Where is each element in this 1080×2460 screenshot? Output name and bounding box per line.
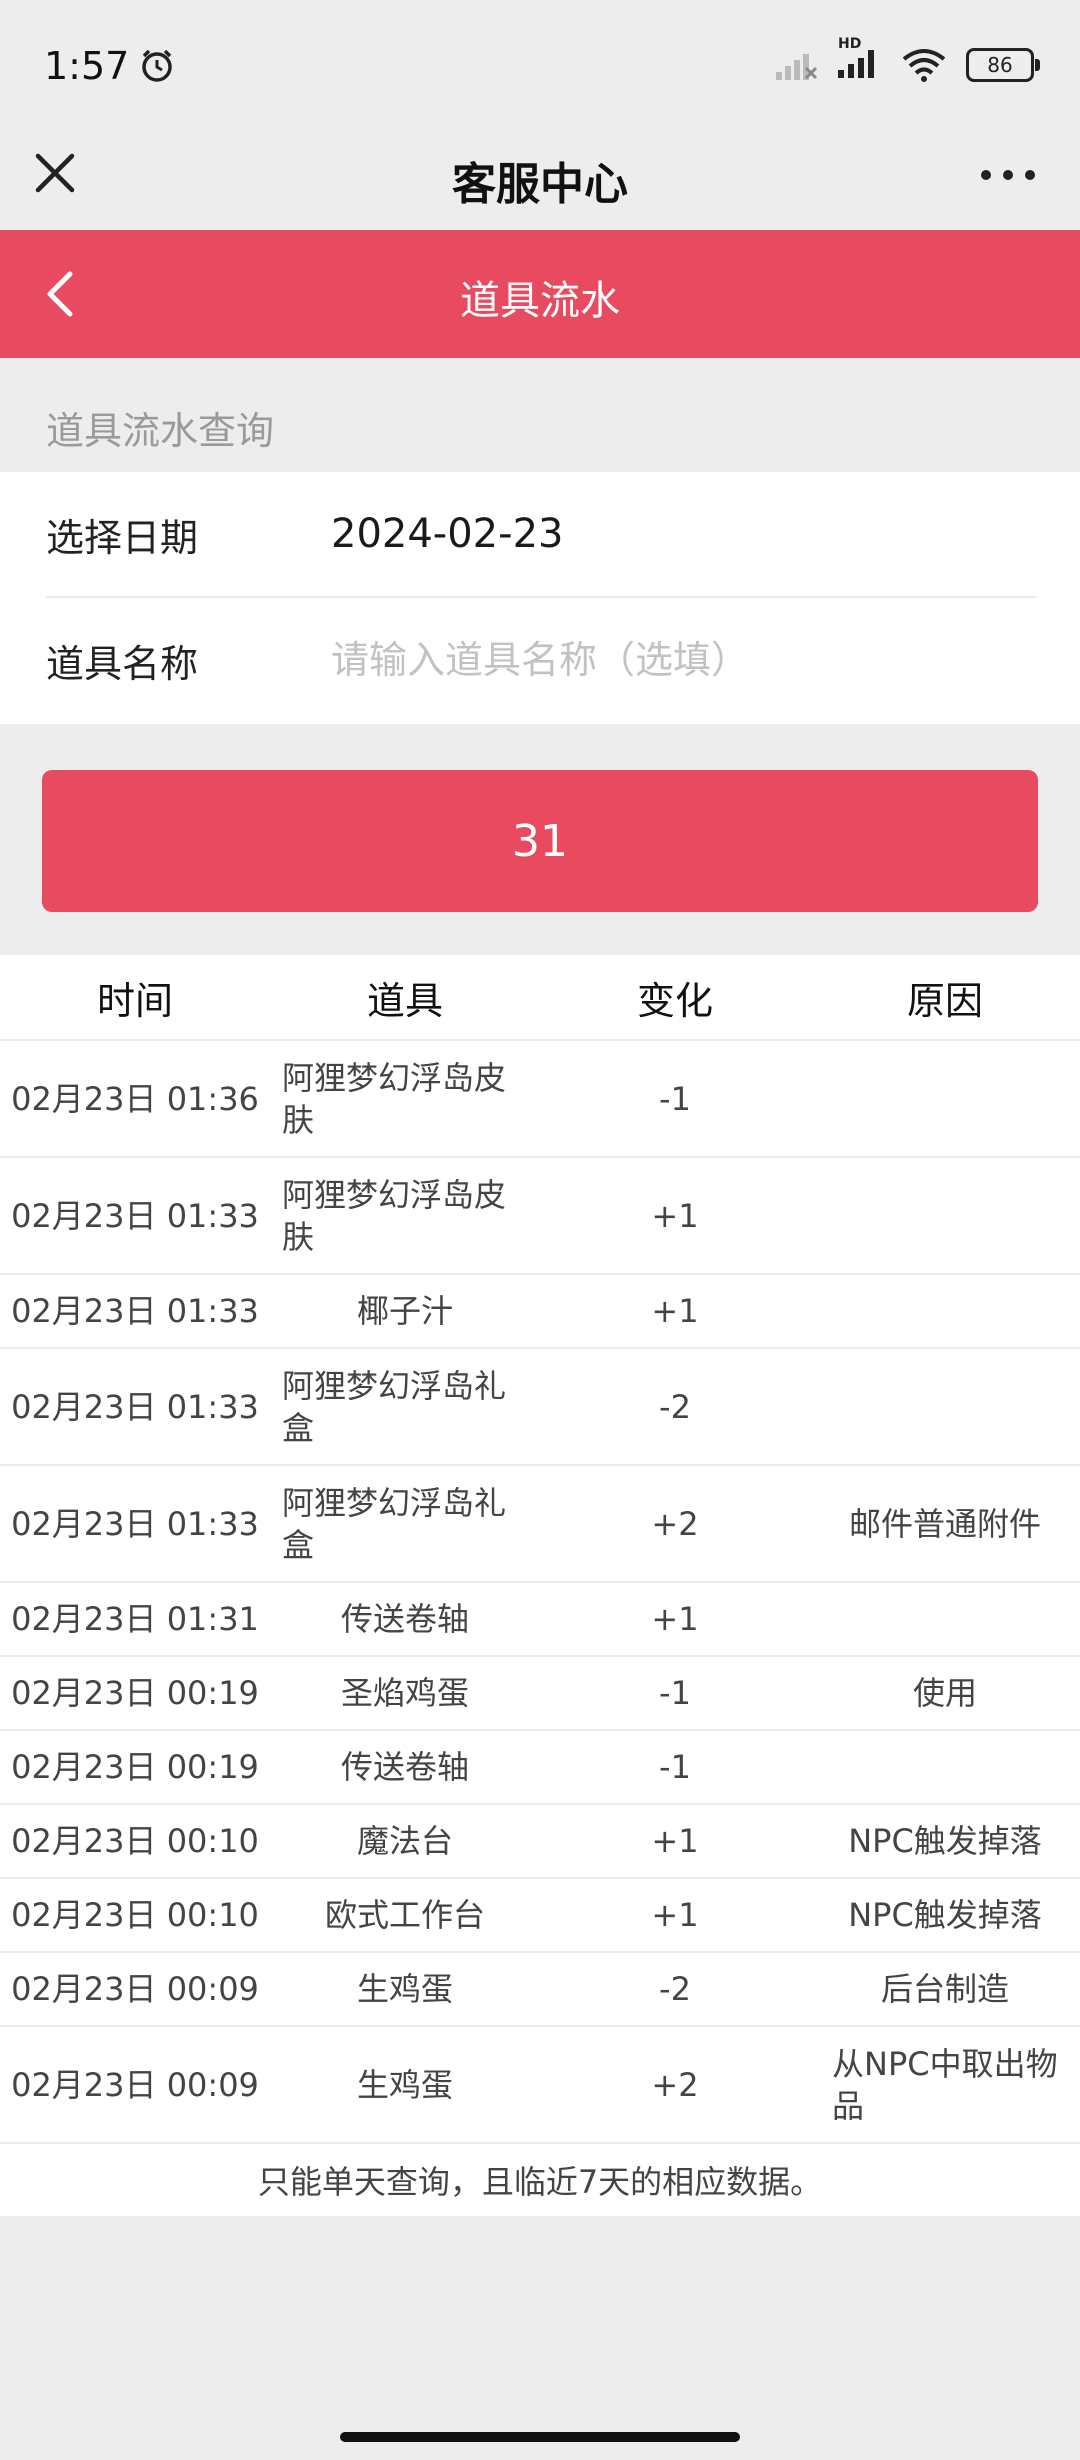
cell-time: 02月23日 01:31 [11,1600,259,1638]
table-row: 02月23日 01:33 阿狸梦幻浮岛礼盒 -2 [0,1349,1080,1466]
cell-change: -1 [659,1748,691,1786]
page-header: 道具流水 [0,230,1080,358]
cell-change: -1 [659,1674,691,1712]
table-row: 02月23日 01:31 传送卷轴 +1 [0,1583,1080,1657]
cell-reason [810,1583,1080,1655]
table-row: 02月23日 01:33 阿狸梦幻浮岛礼盒 +2 邮件普通附件 [0,1466,1080,1583]
cell-change: -2 [659,1387,691,1426]
cell-time: 02月23日 00:09 [11,1970,259,2008]
alarm-icon [142,49,173,82]
results-table: 时间 道具 变化 原因 02月23日 01:36 阿狸梦幻浮岛皮肤 -1 02月… [0,955,1080,2216]
cell-change: +1 [651,1822,699,1860]
table-row: 02月23日 01:36 阿狸梦幻浮岛皮肤 -1 [0,1041,1080,1158]
cell-reason: 从NPC中取出物品 [832,2044,1058,2125]
cell-reason: 后台制造 [880,1970,1009,2008]
item-name-row: 道具名称 [46,598,1036,722]
cell-reason: 邮件普通附件 [848,1504,1041,1543]
cell-reason [810,1275,1080,1347]
cell-item: 魔法台 [356,1822,453,1860]
nav-title: 客服中心 [452,159,628,210]
cell-time: 02月23日 00:19 [11,1674,259,1712]
header-change: 变化 [636,978,713,1023]
cell-time: 02月23日 01:33 [11,1387,259,1426]
table-header: 时间 道具 变化 原因 [0,955,1080,1041]
home-indicator[interactable] [340,2432,740,2442]
cell-time: 02月23日 00:10 [11,1896,259,1934]
cell-reason [810,1349,1080,1464]
item-name-label: 道具名称 [46,641,199,686]
signal-hd: HD [836,36,882,84]
more-icon[interactable] [978,160,1038,190]
cell-time: 02月23日 01:33 [11,1504,259,1543]
table-row: 02月23日 00:19 传送卷轴 -1 [0,1731,1080,1805]
cell-item: 阿狸梦幻浮岛礼盒 [282,1483,507,1564]
cell-reason [810,1041,1080,1156]
cell-item: 欧式工作台 [324,1896,485,1934]
table-row: 02月23日 00:10 魔法台 +1 NPC触发掉落 [0,1805,1080,1879]
cell-change: +2 [651,1504,699,1543]
status-icons: HD 86 [774,36,1040,84]
cell-item: 椰子汁 [356,1292,453,1330]
header-time: 时间 [96,978,173,1023]
cell-time: 02月23日 01:36 [11,1079,259,1118]
table-row: 02月23日 01:33 椰子汁 +1 [0,1275,1080,1349]
network-label: HD [838,36,862,52]
cell-reason [810,1158,1080,1273]
section-title: 道具流水查询 [46,409,275,453]
status-time: 1:57 [44,44,175,88]
cell-item: 生鸡蛋 [356,2065,453,2104]
table-row: 02月23日 00:19 圣焰鸡蛋 -1 使用 [0,1657,1080,1731]
query-form: 选择日期 2024-02-23 道具名称 [0,472,1080,724]
top-nav: 客服中心 [0,130,1080,230]
wifi-icon [902,49,946,82]
cell-reason: 使用 [912,1674,977,1712]
cell-reason: NPC触发掉落 [848,1896,1042,1934]
cell-time: 02月23日 01:33 [11,1292,259,1330]
cell-change: +1 [651,1600,699,1638]
cell-time: 02月23日 01:33 [11,1196,259,1235]
header-reason: 原因 [906,978,983,1023]
cell-reason: NPC触发掉落 [848,1822,1042,1860]
date-row[interactable]: 选择日期 2024-02-23 [46,472,1036,598]
page-title: 道具流水 [460,278,620,324]
date-value[interactable]: 2024-02-23 [331,511,563,557]
table-row: 02月23日 01:33 阿狸梦幻浮岛皮肤 +1 [0,1158,1080,1275]
battery-icon: 86 [966,48,1040,82]
cell-change: +1 [651,1292,699,1330]
cell-item: 阿狸梦幻浮岛皮肤 [282,1175,507,1256]
cell-time: 02月23日 00:19 [11,1748,259,1786]
battery-level: 86 [987,53,1013,77]
table-row: 02月23日 00:09 生鸡蛋 -2 后台制造 [0,1953,1080,2027]
signal-icon-sim1 [776,54,818,80]
cell-change: -2 [659,1970,691,2008]
cell-item: 阿狸梦幻浮岛礼盒 [282,1366,507,1447]
item-name-input[interactable] [331,638,1011,682]
date-label: 选择日期 [46,515,199,560]
cell-change: -1 [659,1079,691,1118]
cell-item: 传送卷轴 [340,1748,469,1786]
table-row: 02月23日 00:09 生鸡蛋 +2 从NPC中取出物品 [0,2027,1080,2144]
cell-item: 生鸡蛋 [356,1970,453,2008]
cell-item: 传送卷轴 [340,1600,469,1638]
cell-change: +2 [651,2065,699,2104]
cell-item: 阿狸梦幻浮岛皮肤 [282,1058,507,1139]
status-bar: 1:57 HD 86 [0,0,1080,130]
table-row: 02月23日 00:10 欧式工作台 +1 NPC触发掉落 [0,1879,1080,1953]
header-item: 道具 [366,978,443,1023]
cell-time: 02月23日 00:09 [11,2065,259,2104]
cell-reason [810,1731,1080,1803]
cell-change: +1 [651,1196,699,1235]
cell-time: 02月23日 00:10 [11,1822,259,1860]
clock-text: 1:57 [44,44,130,88]
query-button[interactable]: 31 [42,770,1038,912]
query-note: 只能单天查询，且临近7天的相应数据。 [257,2163,823,2201]
cell-change: +1 [651,1896,699,1934]
cell-item: 圣焰鸡蛋 [340,1674,469,1712]
